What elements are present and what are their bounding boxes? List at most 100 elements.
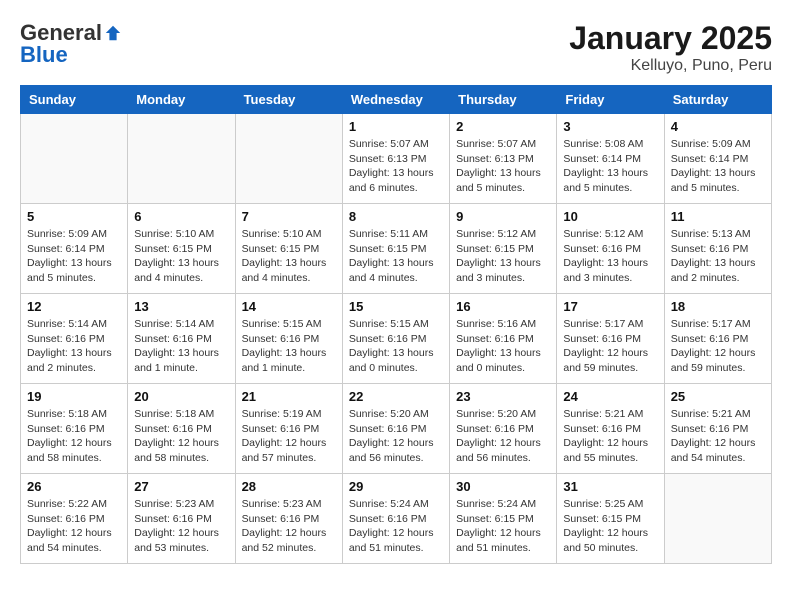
day-info: Sunrise: 5:23 AM Sunset: 6:16 PM Dayligh… — [242, 497, 336, 556]
calendar-cell: 17 Sunrise: 5:17 AM Sunset: 6:16 PM Dayli… — [557, 294, 664, 384]
calendar-cell: 24 Sunrise: 5:21 AM Sunset: 6:16 PM Dayli… — [557, 384, 664, 474]
day-number: 19 — [27, 389, 121, 404]
calendar-cell: 28Sunrise: 5:23 AM Sunset: 6:16 PM Dayli… — [235, 474, 342, 564]
day-number: 7 — [242, 209, 336, 224]
calendar-cell: 31 Sunrise: 5:25 AM Sunset: 6:15 PM Dayli… — [557, 474, 664, 564]
day-info: Sunrise: 5:15 AM Sunset: 6:16 PM Dayligh… — [242, 317, 336, 376]
day-info: Sunrise: 5:20 AM Sunset: 6:16 PM Dayligh… — [456, 407, 550, 466]
logo-icon — [104, 24, 122, 42]
day-number: 1 — [349, 119, 443, 134]
day-number: 10 — [563, 209, 657, 224]
calendar-cell — [128, 114, 235, 204]
calendar-cell: 21Sunrise: 5:19 AM Sunset: 6:16 PM Dayli… — [235, 384, 342, 474]
calendar-cell: 25 Sunrise: 5:21 AM Sunset: 6:16 PM Dayli… — [664, 384, 771, 474]
page-header: General Blue January 2025 Kelluyo, Puno,… — [20, 20, 772, 75]
calendar-cell: 30 Sunrise: 5:24 AM Sunset: 6:15 PM Dayli… — [450, 474, 557, 564]
day-number: 18 — [671, 299, 765, 314]
calendar-cell: 3Sunrise: 5:08 AM Sunset: 6:14 PM Daylig… — [557, 114, 664, 204]
day-info: Sunrise: 5:22 AM Sunset: 6:16 PM Dayligh… — [27, 497, 121, 556]
week-row: 1 Sunrise: 5:07 AM Sunset: 6:13 PM Daylig… — [21, 114, 772, 204]
day-number: 2 — [456, 119, 550, 134]
day-info: Sunrise: 5:08 AM Sunset: 6:14 PM Dayligh… — [563, 137, 657, 196]
calendar-cell: 12 Sunrise: 5:14 AM Sunset: 6:16 PM Dayli… — [21, 294, 128, 384]
weekday-header: Monday — [128, 86, 235, 114]
calendar-cell: 1 Sunrise: 5:07 AM Sunset: 6:13 PM Daylig… — [342, 114, 449, 204]
day-info: Sunrise: 5:24 AM Sunset: 6:16 PM Dayligh… — [349, 497, 443, 556]
calendar-cell — [235, 114, 342, 204]
day-number: 6 — [134, 209, 228, 224]
calendar-cell: 6 Sunrise: 5:10 AM Sunset: 6:15 PM Daylig… — [128, 204, 235, 294]
day-number: 11 — [671, 209, 765, 224]
calendar-cell: 11 Sunrise: 5:13 AM Sunset: 6:16 PM Dayli… — [664, 204, 771, 294]
calendar-cell — [664, 474, 771, 564]
day-info: Sunrise: 5:07 AM Sunset: 6:13 PM Dayligh… — [456, 137, 550, 196]
calendar-cell: 20 Sunrise: 5:18 AM Sunset: 6:16 PM Dayli… — [128, 384, 235, 474]
day-number: 8 — [349, 209, 443, 224]
day-info: Sunrise: 5:12 AM Sunset: 6:16 PM Dayligh… — [563, 227, 657, 286]
day-number: 24 — [563, 389, 657, 404]
day-number: 22 — [349, 389, 443, 404]
calendar-cell: 26 Sunrise: 5:22 AM Sunset: 6:16 PM Dayli… — [21, 474, 128, 564]
week-row: 12 Sunrise: 5:14 AM Sunset: 6:16 PM Dayli… — [21, 294, 772, 384]
day-number: 29 — [349, 479, 443, 494]
day-number: 12 — [27, 299, 121, 314]
day-info: Sunrise: 5:15 AM Sunset: 6:16 PM Dayligh… — [349, 317, 443, 376]
day-number: 23 — [456, 389, 550, 404]
weekday-header-row: SundayMondayTuesdayWednesdayThursdayFrid… — [21, 86, 772, 114]
weekday-header: Tuesday — [235, 86, 342, 114]
day-info: Sunrise: 5:12 AM Sunset: 6:15 PM Dayligh… — [456, 227, 550, 286]
day-info: Sunrise: 5:09 AM Sunset: 6:14 PM Dayligh… — [671, 137, 765, 196]
day-number: 5 — [27, 209, 121, 224]
day-number: 17 — [563, 299, 657, 314]
day-info: Sunrise: 5:07 AM Sunset: 6:13 PM Dayligh… — [349, 137, 443, 196]
day-info: Sunrise: 5:21 AM Sunset: 6:16 PM Dayligh… — [563, 407, 657, 466]
calendar-cell: 15 Sunrise: 5:15 AM Sunset: 6:16 PM Dayli… — [342, 294, 449, 384]
day-info: Sunrise: 5:16 AM Sunset: 6:16 PM Dayligh… — [456, 317, 550, 376]
title-block: January 2025 Kelluyo, Puno, Peru — [569, 20, 772, 75]
day-info: Sunrise: 5:09 AM Sunset: 6:14 PM Dayligh… — [27, 227, 121, 286]
calendar-cell: 18 Sunrise: 5:17 AM Sunset: 6:16 PM Dayli… — [664, 294, 771, 384]
day-number: 25 — [671, 389, 765, 404]
day-number: 26 — [27, 479, 121, 494]
day-number: 20 — [134, 389, 228, 404]
day-info: Sunrise: 5:13 AM Sunset: 6:16 PM Dayligh… — [671, 227, 765, 286]
logo: General Blue — [20, 20, 122, 68]
calendar-cell: 27Sunrise: 5:23 AM Sunset: 6:16 PM Dayli… — [128, 474, 235, 564]
day-info: Sunrise: 5:14 AM Sunset: 6:16 PM Dayligh… — [27, 317, 121, 376]
day-number: 13 — [134, 299, 228, 314]
logo-blue-text: Blue — [20, 42, 68, 68]
day-number: 15 — [349, 299, 443, 314]
calendar-cell: 29 Sunrise: 5:24 AM Sunset: 6:16 PM Dayli… — [342, 474, 449, 564]
calendar-table: SundayMondayTuesdayWednesdayThursdayFrid… — [20, 85, 772, 564]
day-info: Sunrise: 5:17 AM Sunset: 6:16 PM Dayligh… — [563, 317, 657, 376]
day-info: Sunrise: 5:20 AM Sunset: 6:16 PM Dayligh… — [349, 407, 443, 466]
calendar-cell: 13 Sunrise: 5:14 AM Sunset: 6:16 PM Dayli… — [128, 294, 235, 384]
day-info: Sunrise: 5:14 AM Sunset: 6:16 PM Dayligh… — [134, 317, 228, 376]
week-row: 5 Sunrise: 5:09 AM Sunset: 6:14 PM Daylig… — [21, 204, 772, 294]
day-info: Sunrise: 5:19 AM Sunset: 6:16 PM Dayligh… — [242, 407, 336, 466]
day-info: Sunrise: 5:10 AM Sunset: 6:15 PM Dayligh… — [134, 227, 228, 286]
weekday-header: Sunday — [21, 86, 128, 114]
calendar-cell — [21, 114, 128, 204]
calendar-cell: 5 Sunrise: 5:09 AM Sunset: 6:14 PM Daylig… — [21, 204, 128, 294]
calendar-cell: 14Sunrise: 5:15 AM Sunset: 6:16 PM Dayli… — [235, 294, 342, 384]
day-info: Sunrise: 5:17 AM Sunset: 6:16 PM Dayligh… — [671, 317, 765, 376]
calendar-cell: 16Sunrise: 5:16 AM Sunset: 6:16 PM Dayli… — [450, 294, 557, 384]
day-info: Sunrise: 5:25 AM Sunset: 6:15 PM Dayligh… — [563, 497, 657, 556]
day-number: 9 — [456, 209, 550, 224]
weekday-header: Wednesday — [342, 86, 449, 114]
calendar-cell: 8Sunrise: 5:11 AM Sunset: 6:15 PM Daylig… — [342, 204, 449, 294]
calendar-cell: 10 Sunrise: 5:12 AM Sunset: 6:16 PM Dayli… — [557, 204, 664, 294]
month-title: January 2025 — [569, 20, 772, 57]
day-info: Sunrise: 5:21 AM Sunset: 6:16 PM Dayligh… — [671, 407, 765, 466]
calendar-cell: 19Sunrise: 5:18 AM Sunset: 6:16 PM Dayli… — [21, 384, 128, 474]
weekday-header: Thursday — [450, 86, 557, 114]
day-number: 27 — [134, 479, 228, 494]
day-info: Sunrise: 5:24 AM Sunset: 6:15 PM Dayligh… — [456, 497, 550, 556]
day-info: Sunrise: 5:18 AM Sunset: 6:16 PM Dayligh… — [134, 407, 228, 466]
day-number: 31 — [563, 479, 657, 494]
weekday-header: Saturday — [664, 86, 771, 114]
day-number: 30 — [456, 479, 550, 494]
weekday-header: Friday — [557, 86, 664, 114]
calendar-cell: 23 Sunrise: 5:20 AM Sunset: 6:16 PM Dayli… — [450, 384, 557, 474]
